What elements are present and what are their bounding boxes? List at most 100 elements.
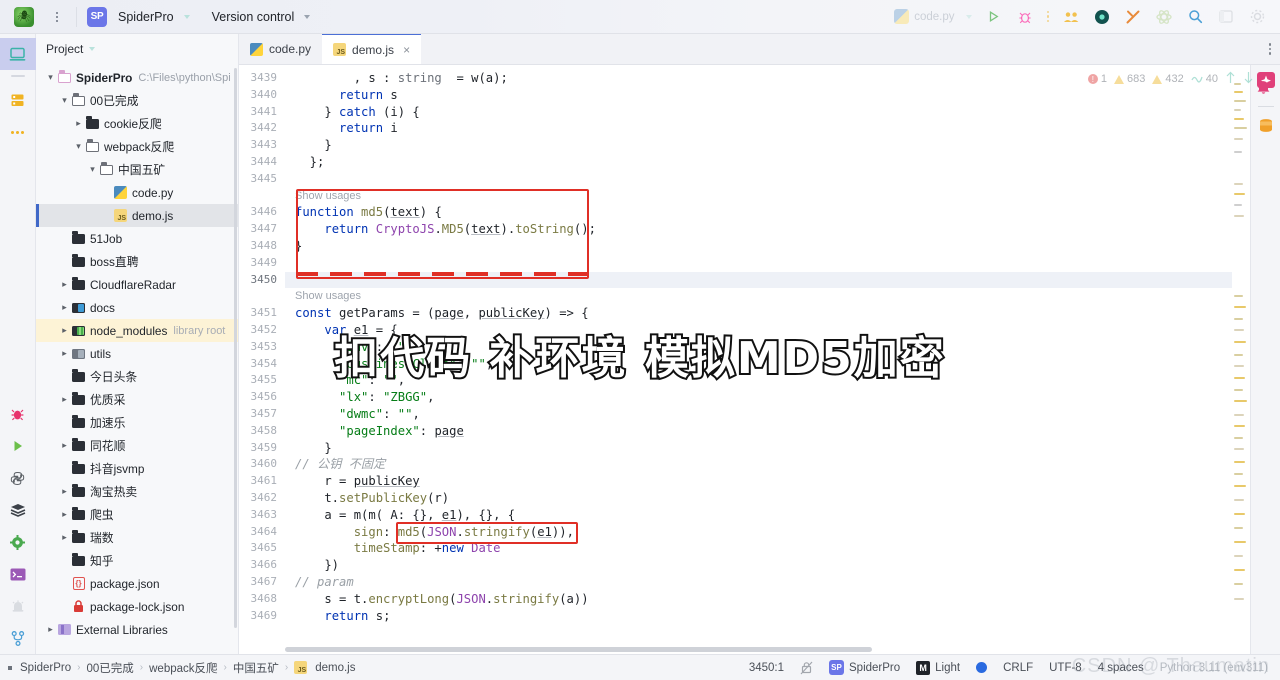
error-stripe-marker[interactable] [1234,541,1246,543]
code-line[interactable]: s = t.encryptLong(JSON.stringify(a)) [285,591,1232,608]
error-stripe-marker[interactable] [1234,485,1246,487]
chevron-down-icon[interactable] [72,141,85,152]
chevron-down-icon[interactable] [58,95,71,106]
code-line[interactable]: return i [285,120,1232,137]
error-stripe-marker[interactable] [1234,295,1243,297]
breadcrumb-item[interactable]: 中国五矿 [233,660,279,676]
code-line[interactable]: return s [285,87,1232,104]
show-usages-hint[interactable]: Show usages [285,288,1232,305]
typo-count-group[interactable]: 40 [1191,72,1218,86]
file-encoding[interactable]: UTF-8 [1049,662,1082,674]
project-chevron-down-icon[interactable] [183,14,190,19]
code-line[interactable]: // 公钥 不固定 [285,456,1232,473]
chevron-down-icon[interactable] [44,72,57,83]
settings-gear-icon[interactable] [1248,8,1266,26]
error-stripe-marker[interactable] [1234,109,1241,111]
tree-item-[interactable]: 爬虫 [36,503,238,526]
code-line[interactable]: } [285,137,1232,154]
tree-item-jsvmp[interactable]: 抖音jsvmp [36,457,238,480]
tree-item-[interactable]: 淘宝热卖 [36,480,238,503]
status-project[interactable]: SP SpiderPro [829,660,900,675]
python-interpreter[interactable]: Python 3.11 (env311) [1160,662,1268,674]
caret-position[interactable]: 3450:1 [749,662,784,674]
previous-highlight-icon[interactable] [1225,71,1236,87]
chevron-right-icon[interactable] [58,302,71,313]
breadcrumb-item[interactable]: demo.js [315,662,355,674]
editor-options-kebab-icon[interactable] [1268,43,1271,55]
close-icon[interactable]: × [403,43,410,57]
version-control-branch-icon[interactable] [0,622,36,654]
chevron-down-icon[interactable] [86,164,99,175]
tree-item-51job[interactable]: 51Job [36,227,238,250]
code-line[interactable]: } [285,440,1232,457]
tree-item-00[interactable]: 00已完成 [36,89,238,112]
weak-warning-count-group[interactable]: 432 [1152,73,1184,85]
tree-item-external-libraries[interactable]: External Libraries [36,618,238,641]
tree-item-code-py[interactable]: code.py [36,181,238,204]
error-stripe-marker[interactable] [1234,569,1245,571]
breadcrumb-item[interactable]: 00已完成 [86,660,133,676]
tree-item-[interactable]: 知乎 [36,549,238,572]
error-stripe-marker[interactable] [1234,204,1242,206]
tree-item-cloudflareradar[interactable]: CloudflareRadar [36,273,238,296]
next-highlight-icon[interactable] [1243,71,1254,87]
run-configuration-selector[interactable]: code.py [894,9,972,24]
tree-item-[interactable]: 瑞数 [36,526,238,549]
error-stripe-marker[interactable] [1234,151,1242,153]
code-line[interactable]: return s; [285,608,1232,625]
bug-tool-icon[interactable] [0,398,36,430]
search-everywhere-icon[interactable] [1186,8,1204,26]
error-stripe-marker[interactable] [1234,306,1246,308]
error-stripe-marker[interactable] [1234,138,1243,140]
breadcrumb-item[interactable]: SpiderPro [20,662,71,674]
code-line[interactable] [285,171,1232,188]
debug-bug-icon[interactable] [1016,8,1034,26]
error-stripe-marker[interactable] [1234,437,1243,439]
code-line[interactable]: sign: md5(JSON.stringify(e1)), [285,524,1232,541]
code-line[interactable]: }; [285,154,1232,171]
run-tool-icon[interactable] [0,430,36,462]
code-line[interactable]: "lx": "ZBGG", [285,389,1232,406]
code-line[interactable]: timeStamp: +new Date [285,540,1232,557]
chevron-right-icon[interactable] [44,624,57,635]
more-tool-windows-icon[interactable] [0,116,36,148]
tree-item-demo-js[interactable]: JS demo.js [36,204,238,227]
code-line[interactable]: t.setPublicKey(r) [285,490,1232,507]
chevron-right-icon[interactable] [58,394,71,405]
tree-item-webpack[interactable]: webpack反爬 [36,135,238,158]
tree-item-[interactable]: 同花顺 [36,434,238,457]
project-panel-header[interactable]: Project [36,34,238,64]
vcs-chevron-down-icon[interactable] [304,14,311,19]
python-console-icon[interactable] [0,462,36,494]
no-write-lock-icon[interactable] [800,661,813,675]
code-line[interactable]: // param [285,574,1232,591]
tab-code-py[interactable]: code.py [239,34,322,64]
code-line[interactable] [285,255,1232,272]
settings-gear-icon[interactable] [0,526,36,558]
error-stripe-marker[interactable] [1234,215,1244,217]
show-usages-hint[interactable]: Show usages [285,188,1232,205]
project-panel-chevron-down-icon[interactable] [89,47,96,51]
breadcrumb-item[interactable]: webpack反爬 [149,660,217,676]
science-atom-icon[interactable] [1155,8,1173,26]
code-line[interactable]: const getParams = (page, publicKey) => { [285,305,1232,322]
notifications-bell-icon[interactable] [1255,78,1272,101]
code-line[interactable]: function md5(text) { [285,204,1232,221]
error-stripe-marker[interactable] [1234,598,1244,600]
tree-item-package-json[interactable]: {} package.json [36,572,238,595]
tree-item-spiderpro[interactable]: SpiderPro C:\Files\python\Spi [36,66,238,89]
tree-item-[interactable]: 中国五矿 [36,158,238,181]
error-stripe-marker[interactable] [1234,513,1245,515]
chevron-right-icon[interactable] [58,509,71,520]
terminal-icon[interactable] [0,558,36,590]
code-line[interactable]: "dwmc": "", [285,406,1232,423]
code-line[interactable]: "pageIndex": page [285,423,1232,440]
error-stripe-marker[interactable] [1234,527,1243,529]
error-stripe-marker[interactable] [1234,425,1245,427]
chevron-right-icon[interactable] [72,118,85,129]
error-stripe-marker[interactable] [1234,193,1245,195]
error-stripe-marker[interactable] [1234,414,1244,416]
tree-item-[interactable]: 加速乐 [36,411,238,434]
error-stripe-marker[interactable] [1234,583,1243,585]
version-control-label[interactable]: Version control [212,10,295,24]
